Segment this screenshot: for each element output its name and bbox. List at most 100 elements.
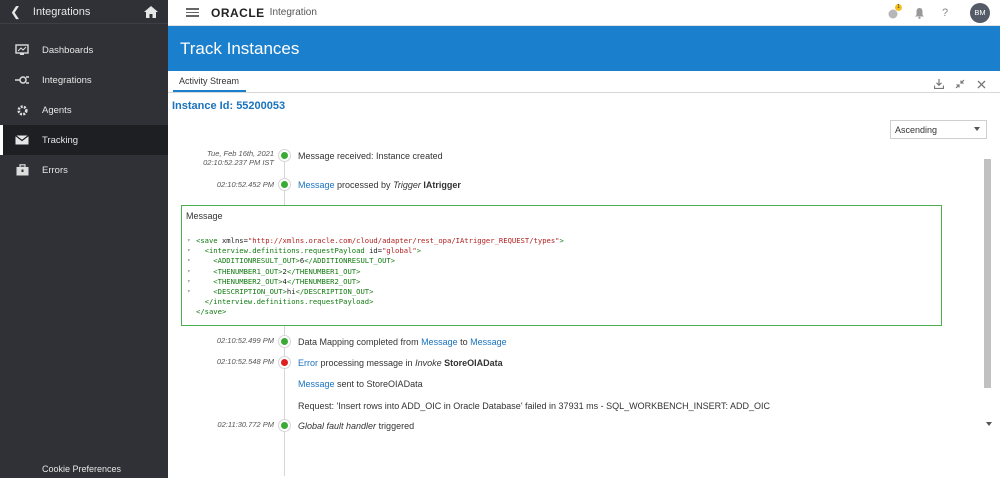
timeline-message: Error processing message in Invoke Store… <box>298 358 503 368</box>
timestamp-date: Tue, Feb 16th, 2021 <box>207 149 274 158</box>
sidebar: ❮ Integrations Dashboards Integrations A… <box>0 0 168 478</box>
invoke-name: StoreOIAData <box>444 358 503 368</box>
message-box-title: Message <box>186 211 223 221</box>
xml-attr-value: "global" <box>382 246 417 256</box>
error-detail-text: Request: 'Insert rows into ADD_OIC in Or… <box>298 401 770 411</box>
sidebar-item-label: Integrations <box>42 74 92 86</box>
message-link[interactable]: Message <box>298 379 335 389</box>
envelope-icon <box>14 133 30 147</box>
fold-arrow-icon[interactable]: ▾ <box>187 236 196 246</box>
bell-icon[interactable] <box>908 3 930 23</box>
integration-plug-icon <box>14 73 30 87</box>
help-icon[interactable]: ? <box>934 3 956 23</box>
sidebar-header: ❮ Integrations <box>0 0 168 24</box>
fold-arrow-icon[interactable]: ▾ <box>187 246 196 256</box>
notifications-coin-icon[interactable]: 1 <box>882 3 904 23</box>
success-status-dot <box>279 420 290 431</box>
sidebar-item-tracking[interactable]: Tracking <box>0 125 168 155</box>
oracle-logo: ORACLE <box>211 5 265 20</box>
message-text: sent to StoreOIAData <box>334 379 423 389</box>
message-text: triggered <box>376 421 415 431</box>
sidebar-item-errors[interactable]: Errors <box>0 155 168 185</box>
fold-arrow-icon[interactable]: ▾ <box>187 287 196 297</box>
message-text: to <box>457 337 471 347</box>
vertical-scrollbar[interactable] <box>983 157 992 426</box>
xml-tag: </THENUMBER1_OUT> <box>286 266 361 276</box>
xml-tag: </interview.definitions.requestPayload> <box>196 297 374 307</box>
xml-tag: > <box>416 246 422 256</box>
sidebar-item-label: Tracking <box>42 134 79 146</box>
message-link[interactable]: Message <box>470 337 507 347</box>
timeline-entry: Tue, Feb 16th, 2021 02:10:52.237 PM IST … <box>168 148 968 168</box>
xml-line: ▾ <DESCRIPTION_OUT> hi </DESCRIPTION_OUT> <box>187 287 564 297</box>
message-link[interactable]: Message <box>421 337 458 347</box>
timeline-subentry: Request: 'Insert rows into ADD_OIC in Or… <box>168 400 968 420</box>
success-status-dot <box>279 150 290 161</box>
xml-line: ▾ <save xmlns= "http://xmlns.oracle.com/cl… <box>187 236 564 246</box>
xml-line: </save> <box>187 307 564 317</box>
xml-tag: <THENUMBER1_OUT> <box>196 266 283 276</box>
xml-line: ▾ <interview.definitions.requestPayload … <box>187 246 564 256</box>
sidebar-title: Integrations <box>32 5 91 18</box>
xml-attr: id= <box>369 246 383 256</box>
timestamp: 02:11:30.772 PM <box>217 420 274 429</box>
scroll-down-arrow-icon[interactable] <box>986 422 992 426</box>
message-text: processing message in <box>318 358 416 368</box>
xml-attr: xmlns= <box>221 236 248 245</box>
timeline-entry: 02:10:52.452 PM Message processed by Tri… <box>168 178 968 198</box>
fold-arrow-icon[interactable]: ▾ <box>187 256 196 266</box>
timeline-message: Message processed by Trigger IAtrigger <box>298 180 461 190</box>
trigger-name: IAtrigger <box>423 180 461 190</box>
error-link[interactable]: Error <box>298 358 318 368</box>
xml-line: ▾ <THENUMBER2_OUT> 4 </THENUMBER2_OUT> <box>187 277 564 287</box>
top-bar: ORACLE Integration 1 ? BM <box>168 0 1000 26</box>
fault-handler-text: Global fault handler <box>298 421 377 431</box>
xml-attr-value: "http://xmlns.oracle.com/cloud/adapter/r… <box>247 236 560 245</box>
sidebar-item-dashboards[interactable]: Dashboards <box>0 35 168 65</box>
notification-badge: 1 <box>895 3 902 11</box>
back-chevron-icon[interactable]: ❮ <box>10 4 21 20</box>
fold-arrow-icon[interactable]: ▾ <box>187 267 196 277</box>
timeline-entry: 02:10:52.548 PM Error processing message… <box>168 356 968 376</box>
xml-tag: </save> <box>196 307 227 317</box>
message-payload-box: Message ▾ <save xmlns= "http://xmlns.oracl… <box>181 205 942 326</box>
sidebar-item-label: Agents <box>42 104 72 116</box>
timeline-entry: 02:10:52.499 PM Data Mapping completed f… <box>168 335 968 355</box>
message-text: processed by <box>334 180 394 190</box>
invoke-kind: Invoke <box>415 358 442 368</box>
success-status-dot <box>279 336 290 347</box>
trigger-kind: Trigger <box>393 180 421 190</box>
xml-tag: <save <box>196 236 222 245</box>
scrollbar-thumb[interactable] <box>984 159 991 388</box>
timeline-message: Message sent to StoreOIAData <box>298 379 423 389</box>
message-link[interactable]: Message <box>298 180 335 190</box>
timeline-message: Message received: Instance created <box>298 151 443 161</box>
fold-arrow-icon[interactable]: ▾ <box>187 277 196 287</box>
monitor-icon <box>14 43 30 57</box>
timestamp: 02:10:52.548 PM <box>216 357 274 366</box>
gear-icon <box>14 103 30 117</box>
xml-tag: > <box>559 236 564 245</box>
xml-line: ▾ <THENUMBER1_OUT> 2 </THENUMBER1_OUT> <box>187 267 564 277</box>
sidebar-item-agents[interactable]: Agents <box>0 95 168 125</box>
page-title: Track Instances <box>168 26 1000 71</box>
cookie-preferences-link[interactable]: Cookie Preferences <box>42 464 121 474</box>
timeline-entry: 02:11:30.772 PM Global fault handler tri… <box>168 419 968 439</box>
hamburger-menu-icon[interactable] <box>186 6 199 20</box>
xml-tag: <ADDITIONRESULT_OUT> <box>196 256 300 266</box>
sidebar-item-label: Dashboards <box>42 44 94 56</box>
timestamp: Tue, Feb 16th, 2021 02:10:52.237 PM IST <box>203 149 274 167</box>
timeline-message: Data Mapping completed from Message to M… <box>298 337 507 347</box>
timestamp-time: 02:10:52.237 PM IST <box>203 158 274 167</box>
activity-timeline: Tue, Feb 16th, 2021 02:10:52.237 PM IST … <box>168 71 978 478</box>
xml-text: hi <box>286 287 296 297</box>
xml-line: ▾ <ADDITIONRESULT_OUT> 6 </ADDITIONRESULT_… <box>187 256 564 266</box>
sidebar-item-label: Errors <box>42 164 68 176</box>
xml-line: </interview.definitions.requestPayload> <box>187 297 564 307</box>
avatar[interactable]: BM <box>970 2 990 23</box>
main-content: Activity Stream Instance Id: 55200053 As… <box>168 71 1000 478</box>
home-icon[interactable] <box>144 5 158 18</box>
sidebar-item-integrations[interactable]: Integrations <box>0 65 168 95</box>
